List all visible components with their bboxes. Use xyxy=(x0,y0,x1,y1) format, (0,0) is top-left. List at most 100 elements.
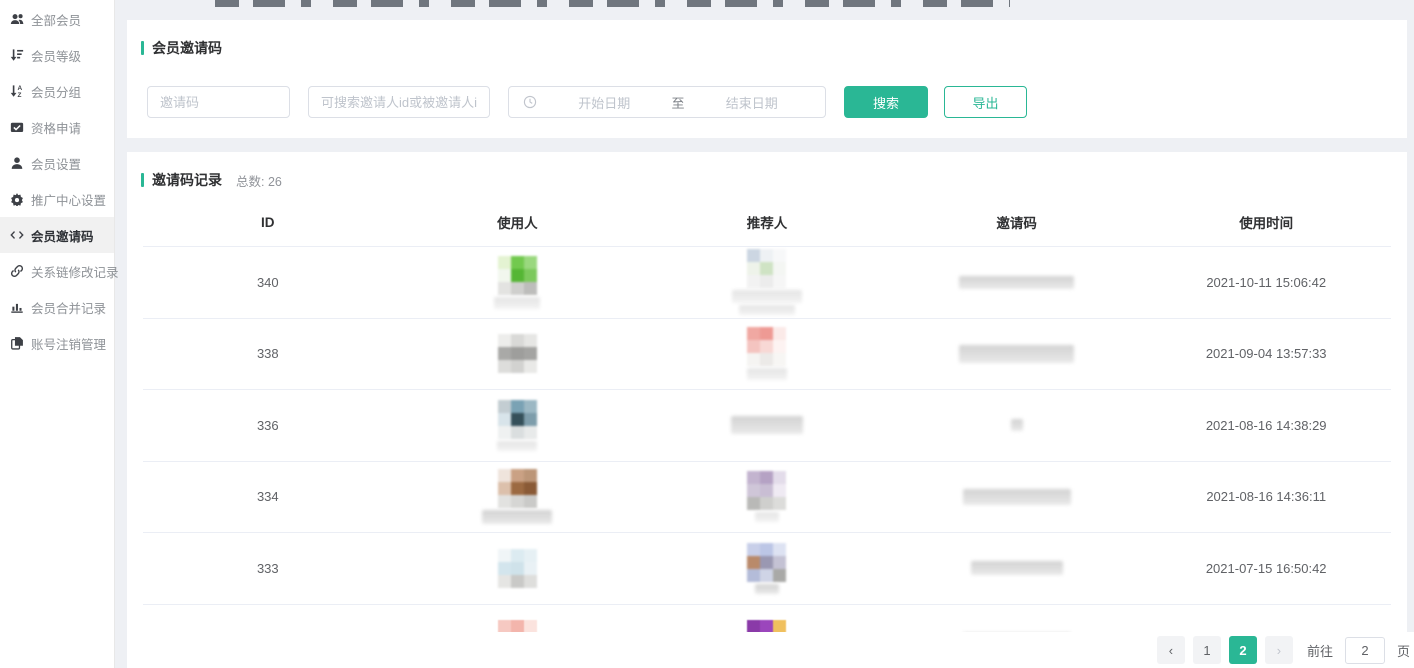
blurred-username xyxy=(497,441,537,451)
cell-user xyxy=(393,334,643,373)
blurred-code xyxy=(963,489,1071,505)
blurred-username xyxy=(755,512,779,522)
sidebar-item-label: 会员合并记录 xyxy=(31,298,106,317)
cell-user xyxy=(393,549,643,588)
blurred-avatar xyxy=(498,469,537,508)
column-header-user: 使用人 xyxy=(393,212,643,232)
sidebar-item-label: 推广中心设置 xyxy=(31,190,106,209)
sidebar-item-label: 会员分组 xyxy=(31,82,81,101)
cell-referrer xyxy=(642,249,892,315)
sidebar-item-label: 会员设置 xyxy=(31,154,81,173)
sidebar-item-label: 会员等级 xyxy=(31,46,81,65)
cell-user xyxy=(393,469,643,524)
cell-user xyxy=(393,620,643,632)
section-accent-bar xyxy=(141,173,144,187)
cell-used-time: 2021-08-16 14:38:29 xyxy=(1141,418,1391,433)
cell-used-time: 2021-09-04 13:57:33 xyxy=(1141,346,1391,361)
column-header-used-time: 使用时间 xyxy=(1141,212,1391,232)
end-date-placeholder: 结束日期 xyxy=(689,93,816,112)
sidebar-item-member-settings[interactable]: 会员设置 xyxy=(0,145,114,181)
date-range-separator: 至 xyxy=(668,93,689,112)
blurred-username xyxy=(482,510,552,524)
file-copy-icon xyxy=(10,336,24,350)
code-icon xyxy=(10,228,24,242)
blurred-avatar xyxy=(747,543,786,582)
cell-code xyxy=(892,276,1142,289)
search-button[interactable]: 搜索 xyxy=(844,86,928,118)
sidebar-item-account-cancellation[interactable]: 账号注销管理 xyxy=(0,325,114,361)
records-total-count: 总数: 26 xyxy=(236,171,282,190)
blurred-username xyxy=(732,290,802,303)
table-row: 333 2021-07-15 16:50:42 xyxy=(143,532,1391,604)
blurred-avatar xyxy=(498,620,537,632)
cell-id: 338 xyxy=(143,346,393,361)
sidebar-item-invitation-codes[interactable]: 会员邀请码 xyxy=(0,217,114,253)
sidebar-item-label: 会员邀请码 xyxy=(31,226,94,245)
blurred-code xyxy=(959,276,1074,289)
start-date-placeholder: 开始日期 xyxy=(541,93,668,112)
pagination-page-1-button[interactable]: 1 xyxy=(1193,636,1221,664)
records-section-title: 邀请码记录 xyxy=(152,170,222,190)
column-header-referrer: 推荐人 xyxy=(642,212,892,232)
blurred-username xyxy=(747,368,787,380)
sidebar-item-label: 资格申请 xyxy=(31,118,81,137)
table-row: 340 2021-10-11 15:06:42 xyxy=(143,246,1391,318)
inviter-id-search-input[interactable] xyxy=(308,86,490,118)
blurred-username xyxy=(739,305,795,315)
blurred-code xyxy=(1011,419,1023,431)
cell-code xyxy=(892,345,1142,363)
sidebar-item-all-members[interactable]: 全部会员 xyxy=(0,1,114,37)
blurred-code xyxy=(959,345,1074,363)
cell-code xyxy=(892,419,1142,431)
cell-id: 334 xyxy=(143,489,393,504)
cell-code xyxy=(892,561,1142,575)
blurred-avatar xyxy=(498,549,537,588)
blurred-username xyxy=(731,416,803,434)
cell-used-time: 2021-10-11 15:06:42 xyxy=(1141,275,1391,290)
sidebar-item-qualification[interactable]: 资格申请 xyxy=(0,109,114,145)
sidebar-item-member-groups[interactable]: AZ 会员分组 xyxy=(0,73,114,109)
blurred-avatar xyxy=(747,327,786,366)
section-accent-bar xyxy=(141,41,144,55)
table-row: 334 2021-08-16 14:36:11 xyxy=(143,461,1391,533)
gear-icon xyxy=(10,192,24,206)
blurred-avatar xyxy=(498,256,537,295)
pagination-prev-button[interactable]: ‹ xyxy=(1157,636,1185,664)
cell-id: 333 xyxy=(143,561,393,576)
pagination-goto-input[interactable] xyxy=(1345,637,1385,664)
cell-id: 336 xyxy=(143,418,393,433)
user-icon xyxy=(10,156,24,170)
cell-id: 340 xyxy=(143,275,393,290)
chart-bar-icon xyxy=(10,300,24,314)
pagination-unit-label: 页 xyxy=(1397,641,1410,660)
blurred-avatar xyxy=(747,620,786,632)
date-range-picker[interactable]: 开始日期 至 结束日期 xyxy=(508,86,826,118)
cell-referrer xyxy=(642,543,892,594)
export-button[interactable]: 导出 xyxy=(944,86,1027,118)
pagination-next-button[interactable]: › xyxy=(1265,636,1293,664)
sidebar-item-merge-log[interactable]: 会员合并记录 xyxy=(0,289,114,325)
cell-user xyxy=(393,256,643,309)
sidebar-item-member-levels[interactable]: 会员等级 xyxy=(0,37,114,73)
blurred-avatar xyxy=(498,400,537,439)
sidebar-item-promotion-settings[interactable]: 推广中心设置 xyxy=(0,181,114,217)
users-icon xyxy=(10,12,24,26)
column-header-id: ID xyxy=(143,215,393,230)
pagination-goto-label: 前往 xyxy=(1307,641,1333,660)
svg-text:Z: Z xyxy=(18,92,22,98)
filter-panel: 会员邀请码 开始日期 至 结束日期 搜索 导出 xyxy=(127,20,1407,138)
records-table: ID 使用人 推荐人 邀请码 使用时间 340 2021-10-11 15:06… xyxy=(143,198,1391,632)
sidebar-item-relation-log[interactable]: 关系链修改记录 xyxy=(0,253,114,289)
column-header-code: 邀请码 xyxy=(892,212,1142,232)
cell-referrer xyxy=(642,327,892,380)
table-header-row: ID 使用人 推荐人 邀请码 使用时间 xyxy=(143,198,1391,246)
link-icon xyxy=(10,264,24,278)
invitation-code-input[interactable] xyxy=(147,86,290,118)
table-row: 332 2021-05-27 10:27:44 xyxy=(143,604,1391,633)
cell-code xyxy=(892,489,1142,505)
sidebar-item-label: 全部会员 xyxy=(31,10,81,29)
sidebar: 全部会员 会员等级 AZ 会员分组 资格申请 会员设置 推广中心设置 会员邀请码… xyxy=(0,0,115,668)
records-panel: 邀请码记录 总数: 26 ID 使用人 推荐人 邀请码 使用时间 340 202… xyxy=(127,152,1407,632)
cutoff-header-remnant xyxy=(215,0,1010,7)
pagination-page-2-button[interactable]: 2 xyxy=(1229,636,1257,664)
